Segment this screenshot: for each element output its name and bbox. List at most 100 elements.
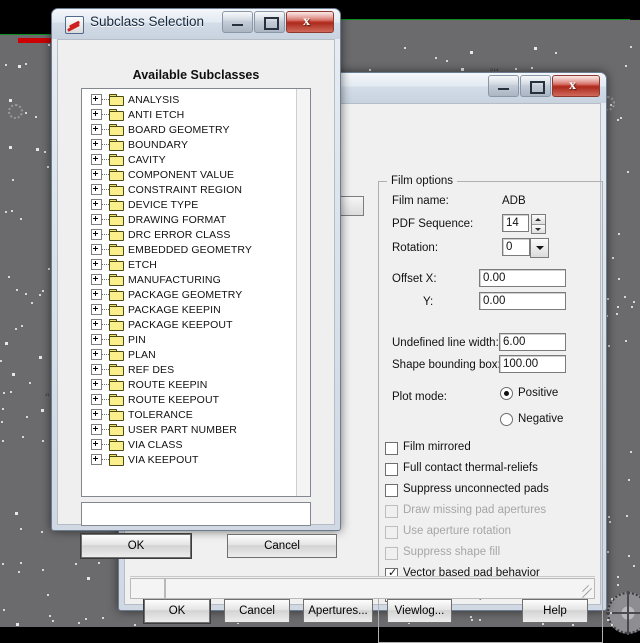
tree-connector: [102, 158, 109, 161]
shape-bounding-box-input[interactable]: 100.00: [499, 355, 566, 373]
expand-plus-icon[interactable]: [91, 229, 102, 240]
subclass-tree-item[interactable]: PACKAGE KEEPIN: [82, 302, 310, 317]
film-mirrored-checkbox[interactable]: [385, 442, 398, 455]
subclass-tree-item[interactable]: PIN: [82, 332, 310, 347]
tree-connector: [102, 113, 109, 116]
subclass-tree-item[interactable]: BOARD GEOMETRY: [82, 122, 310, 137]
subclass-tree-scrollbar[interactable]: [296, 89, 310, 496]
pdf-sequence-input[interactable]: 14: [502, 214, 529, 232]
subclass-item-label: TOLERANCE: [128, 408, 193, 421]
pcb-pad: [625, 65, 628, 68]
subclass-tree-item[interactable]: REF DES: [82, 362, 310, 377]
expand-plus-icon[interactable]: [91, 319, 102, 330]
expand-plus-icon[interactable]: [91, 424, 102, 435]
expand-plus-icon[interactable]: [91, 214, 102, 225]
subclass-tree-item[interactable]: ANTI ETCH: [82, 107, 310, 122]
suppress-shape-fill-label: Suppress shape fill: [403, 546, 501, 558]
subclass-tree-item[interactable]: VIA CLASS: [82, 437, 310, 452]
expand-plus-icon[interactable]: [91, 199, 102, 210]
resize-grip[interactable]: [580, 584, 593, 599]
pcb-pad: [47, 268, 50, 271]
subclass-tree-item[interactable]: VIA KEEPOUT: [82, 452, 310, 467]
offset-y-input[interactable]: 0.00: [479, 292, 566, 310]
subclass-tree-item[interactable]: COMPONENT VALUE: [82, 167, 310, 182]
expand-plus-icon[interactable]: [91, 139, 102, 150]
expand-plus-icon[interactable]: [91, 154, 102, 165]
expand-plus-icon[interactable]: [91, 244, 102, 255]
expand-plus-icon[interactable]: [91, 124, 102, 135]
help-button[interactable]: Help: [522, 599, 588, 623]
subclass-selection-input[interactable]: [81, 502, 311, 526]
expand-plus-icon[interactable]: [91, 109, 102, 120]
undefined-line-width-input[interactable]: 6.00: [499, 333, 566, 351]
expand-plus-icon[interactable]: [91, 409, 102, 420]
subclass-cancel-button[interactable]: Cancel: [227, 534, 337, 558]
pcb-pad: [609, 104, 612, 107]
statusbar-cell-main: [165, 578, 595, 599]
expand-plus-icon[interactable]: [91, 184, 102, 195]
subclass-tree-item[interactable]: CAVITY: [82, 152, 310, 167]
expand-plus-icon[interactable]: [91, 94, 102, 105]
film-maximize-button[interactable]: [520, 75, 551, 97]
subclass-close-button[interactable]: x: [286, 11, 334, 33]
offset-x-input[interactable]: 0.00: [479, 269, 566, 287]
subclass-tree-item[interactable]: DEVICE TYPE: [82, 197, 310, 212]
subclass-tree-item[interactable]: PACKAGE GEOMETRY: [82, 287, 310, 302]
full-contact-thermal-reliefs-checkbox[interactable]: [385, 463, 398, 476]
expand-plus-icon[interactable]: [91, 349, 102, 360]
subclass-selection-dialog[interactable]: Subclass Selection x Available Subclasse…: [51, 8, 341, 558]
pcb-pad: [461, 67, 465, 71]
subclass-tree-item[interactable]: ANALYSIS: [82, 92, 310, 107]
subclass-maximize-button[interactable]: [254, 11, 285, 33]
pcb-pad: [17, 571, 20, 574]
expand-plus-icon[interactable]: [91, 364, 102, 375]
subclass-tree-item[interactable]: PLAN: [82, 347, 310, 362]
rotation-chevron-down-icon[interactable]: [530, 238, 549, 258]
rotation-label: Rotation:: [392, 242, 439, 254]
film-cancel-button[interactable]: Cancel: [224, 599, 290, 623]
subclass-tree-item[interactable]: USER PART NUMBER: [82, 422, 310, 437]
subclass-tree-item[interactable]: DRC ERROR CLASS: [82, 227, 310, 242]
pcb-pad: [16, 288, 19, 291]
plot-mode-negative-radio[interactable]: [500, 413, 513, 426]
pcb-pad: [616, 312, 619, 315]
subclass-tree-item[interactable]: BOUNDARY: [82, 137, 310, 152]
subclass-tree-item[interactable]: PACKAGE KEEPOUT: [82, 317, 310, 332]
subclass-tree-item[interactable]: MANUFACTURING: [82, 272, 310, 287]
subclass-tree-item[interactable]: DRAWING FORMAT: [82, 212, 310, 227]
subclass-dialog-buttons: OK Cancel: [58, 534, 337, 558]
subclass-ok-button[interactable]: OK: [81, 534, 191, 558]
expand-plus-icon[interactable]: [91, 289, 102, 300]
viewlog-button[interactable]: Viewlog...: [387, 599, 452, 623]
expand-plus-icon[interactable]: [91, 259, 102, 270]
pdf-sequence-stepper[interactable]: [531, 214, 546, 234]
film-close-button[interactable]: x: [552, 75, 600, 97]
tree-connector: [102, 368, 109, 371]
film-ok-button[interactable]: OK: [144, 599, 210, 623]
expand-plus-icon[interactable]: [91, 379, 102, 390]
expand-plus-icon[interactable]: [91, 439, 102, 450]
expand-plus-icon[interactable]: [91, 169, 102, 180]
expand-plus-icon[interactable]: [91, 454, 102, 465]
film-minimize-button[interactable]: [488, 75, 519, 97]
expand-plus-icon[interactable]: [91, 274, 102, 285]
expand-plus-icon[interactable]: [91, 394, 102, 405]
subclass-minimize-button[interactable]: [222, 11, 253, 33]
subclass-tree-item[interactable]: CONSTRAINT REGION: [82, 182, 310, 197]
subclass-tree-item[interactable]: ETCH: [82, 257, 310, 272]
plot-mode-positive-radio[interactable]: [500, 387, 513, 400]
subclass-dialog-titlebar[interactable]: Subclass Selection x: [52, 9, 340, 39]
folder-icon: [109, 304, 124, 316]
subclass-tree-item[interactable]: ROUTE KEEPOUT: [82, 392, 310, 407]
rotation-select[interactable]: 0: [502, 238, 530, 256]
subclass-tree-item[interactable]: ROUTE KEEPIN: [82, 377, 310, 392]
apertures-button[interactable]: Apertures...: [303, 599, 373, 623]
suppress-unconnected-pads-checkbox[interactable]: [385, 484, 398, 497]
subclass-tree-item[interactable]: EMBEDDED GEOMETRY: [82, 242, 310, 257]
film-list-partial-button[interactable]: [340, 196, 364, 216]
subclass-tree-list[interactable]: ANALYSIS ANTI ETCH BOARD GEOMETRY BOUNDARY C…: [81, 88, 311, 497]
expand-plus-icon[interactable]: [91, 304, 102, 315]
subclass-tree-item[interactable]: TOLERANCE: [82, 407, 310, 422]
expand-plus-icon[interactable]: [91, 334, 102, 345]
tree-connector: [102, 428, 109, 431]
